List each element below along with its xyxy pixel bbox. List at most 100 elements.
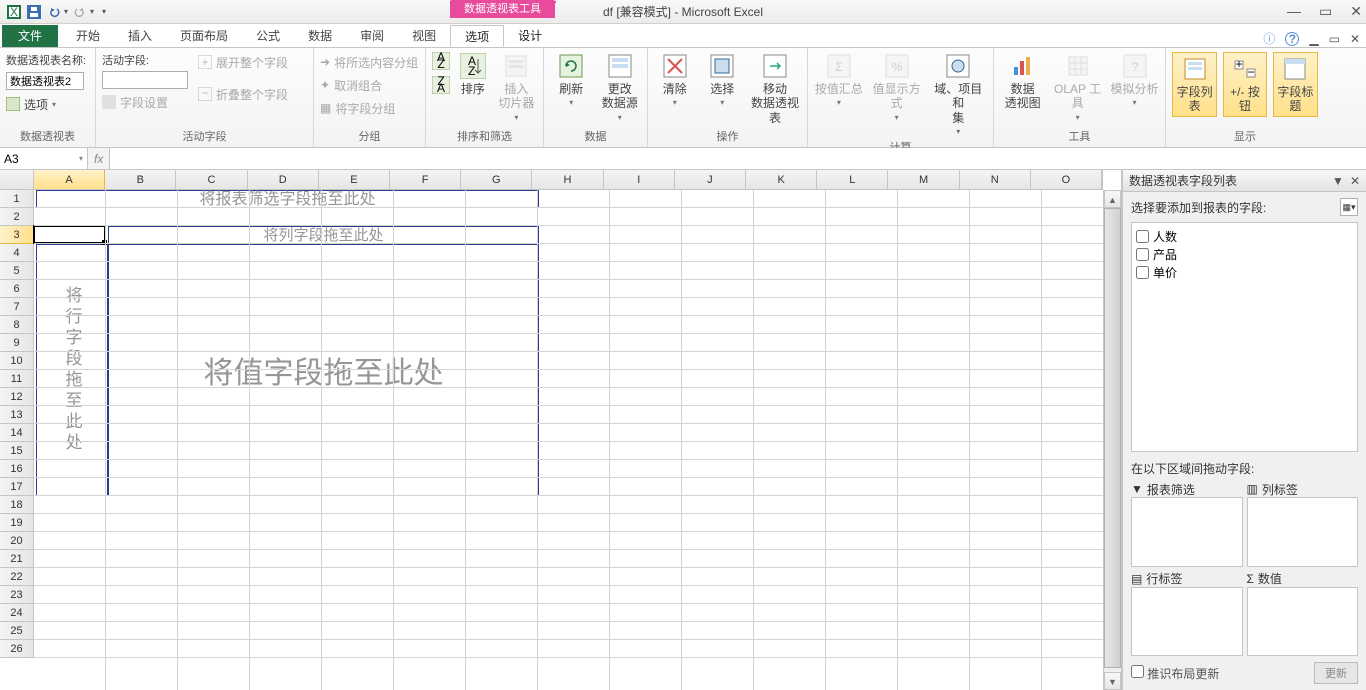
pivot-chart-button[interactable]: 数据 透视图 bbox=[1000, 52, 1045, 111]
row-header[interactable]: 9 bbox=[0, 334, 34, 352]
collapse-field-button[interactable]: −折叠整个字段 bbox=[198, 84, 288, 104]
row-header[interactable]: 10 bbox=[0, 352, 34, 370]
field-list-toggle[interactable]: 字段列表 bbox=[1172, 52, 1217, 117]
column-header[interactable]: N bbox=[960, 170, 1031, 190]
column-header[interactable]: A bbox=[34, 170, 105, 190]
field-checkbox-product[interactable]: 产品 bbox=[1136, 245, 1353, 263]
fx-icon[interactable]: fx bbox=[94, 152, 103, 166]
column-header[interactable]: F bbox=[390, 170, 461, 190]
update-button[interactable]: 更新 bbox=[1314, 662, 1358, 684]
row-header[interactable]: 25 bbox=[0, 622, 34, 640]
expand-field-button[interactable]: +展开整个字段 bbox=[198, 52, 288, 72]
redo-icon[interactable] bbox=[72, 4, 88, 20]
fields-items-button[interactable]: 域、项目和 集▾ bbox=[930, 52, 988, 137]
sort-za-icon[interactable]: ZA bbox=[432, 76, 450, 94]
maximize-button[interactable]: ▭ bbox=[1319, 3, 1332, 20]
formula-input[interactable] bbox=[110, 148, 1366, 169]
column-header[interactable]: K bbox=[746, 170, 817, 190]
ungroup-button[interactable]: ✦取消组合 bbox=[320, 75, 382, 95]
row-header[interactable]: 3 bbox=[0, 226, 34, 244]
change-datasource-button[interactable]: 更改 数据源▾ bbox=[599, 52, 642, 122]
tab-view[interactable]: 视图 bbox=[398, 25, 450, 47]
row-header[interactable]: 15 bbox=[0, 442, 34, 460]
undo-dropdown-icon[interactable]: ▾ bbox=[64, 7, 68, 16]
vertical-scrollbar[interactable]: ▲ ▼ bbox=[1103, 190, 1121, 690]
row-header[interactable]: 6 bbox=[0, 280, 34, 298]
tab-design[interactable]: 设计 bbox=[504, 25, 556, 47]
column-header[interactable]: I bbox=[604, 170, 675, 190]
undo-icon[interactable] bbox=[46, 4, 62, 20]
column-header[interactable]: E bbox=[319, 170, 390, 190]
area-column-labels[interactable]: ▥列标签 bbox=[1247, 481, 1359, 567]
help-icon[interactable]: ? bbox=[1285, 32, 1299, 46]
row-header[interactable]: 12 bbox=[0, 388, 34, 406]
select-all-corner[interactable] bbox=[0, 170, 34, 190]
row-header[interactable]: 5 bbox=[0, 262, 34, 280]
excel-app-icon[interactable]: X bbox=[6, 4, 22, 20]
row-header[interactable]: 26 bbox=[0, 640, 34, 658]
field-checkbox-count[interactable]: 人数 bbox=[1136, 227, 1353, 245]
tab-pagelayout[interactable]: 页面布局 bbox=[166, 25, 242, 47]
column-header[interactable]: M bbox=[888, 170, 959, 190]
tab-home[interactable]: 开始 bbox=[62, 25, 114, 47]
area-report-filter[interactable]: ▼报表筛选 bbox=[1131, 481, 1243, 567]
row-header[interactable]: 13 bbox=[0, 406, 34, 424]
field-settings-button[interactable]: 字段设置 bbox=[102, 92, 168, 112]
column-header[interactable]: J bbox=[675, 170, 746, 190]
sort-az-icon[interactable]: AZ bbox=[432, 52, 450, 70]
row-header[interactable]: 11 bbox=[0, 370, 34, 388]
row-header[interactable]: 20 bbox=[0, 532, 34, 550]
column-header[interactable]: O bbox=[1031, 170, 1102, 190]
row-header[interactable]: 17 bbox=[0, 478, 34, 496]
plusminus-toggle[interactable]: +−+/- 按钮 bbox=[1223, 52, 1266, 117]
row-header[interactable]: 24 bbox=[0, 604, 34, 622]
redo-dropdown-icon[interactable]: ▾ bbox=[90, 7, 94, 16]
scroll-up-icon[interactable]: ▲ bbox=[1104, 190, 1121, 208]
name-box[interactable]: A3▾ bbox=[0, 148, 88, 169]
row-header[interactable]: 18 bbox=[0, 496, 34, 514]
olap-tools-button[interactable]: OLAP 工具▾ bbox=[1051, 52, 1104, 122]
active-field-input[interactable] bbox=[102, 71, 188, 89]
column-header[interactable]: G bbox=[461, 170, 532, 190]
group-field-button[interactable]: ▦将字段分组 bbox=[320, 98, 395, 118]
field-pane-layout-icon[interactable]: ▦▾ bbox=[1340, 198, 1358, 216]
row-header[interactable]: 16 bbox=[0, 460, 34, 478]
row-header[interactable]: 8 bbox=[0, 316, 34, 334]
file-tab[interactable]: 文件 bbox=[2, 25, 58, 47]
summarize-values-button[interactable]: Σ按值汇总▾ bbox=[814, 52, 864, 108]
row-header[interactable]: 4 bbox=[0, 244, 34, 262]
row-header[interactable]: 7 bbox=[0, 298, 34, 316]
scroll-thumb[interactable] bbox=[1104, 208, 1121, 668]
window-mdi-min-icon[interactable]: ▁ bbox=[1309, 32, 1318, 46]
pt-name-input[interactable] bbox=[6, 72, 84, 90]
clear-button[interactable]: 清除▾ bbox=[654, 52, 696, 108]
show-values-as-button[interactable]: %值显示方式▾ bbox=[870, 52, 924, 122]
row-header[interactable]: 1 bbox=[0, 190, 34, 208]
pt-options-button[interactable]: 选项▾ bbox=[6, 94, 56, 114]
tab-insert[interactable]: 插入 bbox=[114, 25, 166, 47]
whatif-button[interactable]: ?模拟分析▾ bbox=[1110, 52, 1159, 108]
row-header[interactable]: 21 bbox=[0, 550, 34, 568]
area-values[interactable]: Σ数值 bbox=[1247, 571, 1359, 657]
area-row-labels[interactable]: ▤行标签 bbox=[1131, 571, 1243, 657]
row-header[interactable]: 14 bbox=[0, 424, 34, 442]
field-checkbox-price[interactable]: 单价 bbox=[1136, 263, 1353, 281]
save-icon[interactable] bbox=[26, 4, 42, 20]
defer-layout-checkbox[interactable]: 推识布局更新 bbox=[1131, 665, 1219, 682]
sort-button[interactable]: AZ 排序 bbox=[456, 52, 490, 96]
field-pane-dropdown-icon[interactable]: ▼ bbox=[1332, 174, 1344, 188]
field-pane-close-icon[interactable]: ✕ bbox=[1350, 174, 1360, 188]
group-selection-button[interactable]: ➜将所选内容分组 bbox=[320, 52, 418, 72]
select-button[interactable]: 选择▾ bbox=[702, 52, 744, 108]
scroll-down-icon[interactable]: ▼ bbox=[1104, 672, 1121, 690]
row-header[interactable]: 2 bbox=[0, 208, 34, 226]
close-button[interactable]: ✕ bbox=[1350, 3, 1362, 20]
column-header[interactable]: D bbox=[248, 170, 319, 190]
minimize-button[interactable]: — bbox=[1287, 3, 1301, 20]
column-header[interactable]: C bbox=[176, 170, 247, 190]
field-headers-toggle[interactable]: 字段标题 bbox=[1273, 52, 1318, 117]
row-header[interactable]: 19 bbox=[0, 514, 34, 532]
minimize-ribbon-icon[interactable]: ⓘ bbox=[1263, 30, 1275, 47]
insert-slicer-button[interactable]: 插入 切片器▾ bbox=[496, 52, 537, 122]
tab-options[interactable]: 选项 bbox=[450, 25, 504, 47]
